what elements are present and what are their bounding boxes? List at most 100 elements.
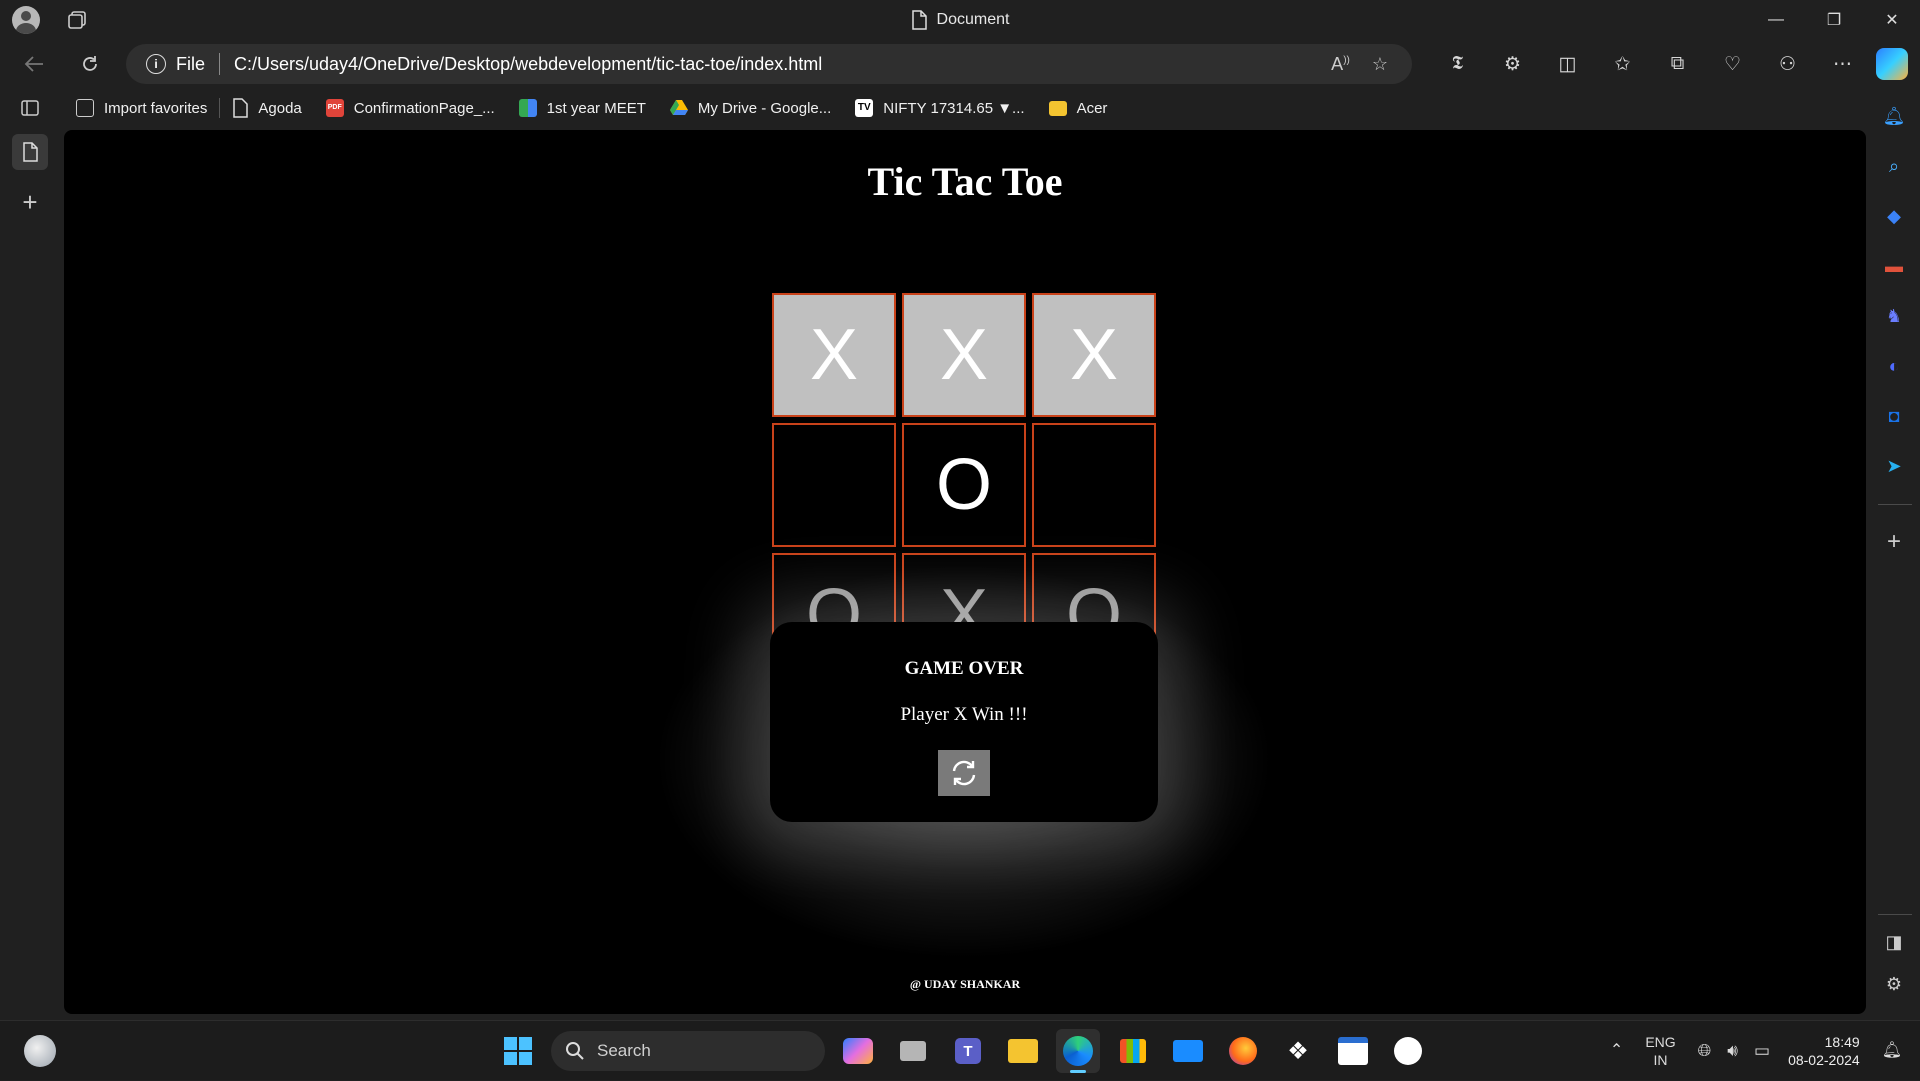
folder-icon — [1008, 1039, 1038, 1063]
favorite-label: 1st year MEET — [546, 99, 646, 117]
tab-actions-menu-icon[interactable] — [12, 90, 48, 126]
game-over-modal: GAME OVER Player X Win !!! — [770, 622, 1158, 822]
favorites-bar: Import favorites Agoda PDF ConfirmationP… — [64, 88, 1864, 128]
battery-icon[interactable]: ▭ — [1746, 1042, 1778, 1060]
active-tab-icon[interactable] — [12, 134, 48, 170]
drop-icon[interactable]: ➤ — [1878, 450, 1910, 482]
clock[interactable]: 18:49 08-02-2024 — [1778, 1033, 1874, 1069]
hide-sidebar-icon[interactable]: ◨ — [1878, 926, 1910, 958]
copilot-app-icon — [843, 1038, 873, 1064]
browser-essentials-icon[interactable]: ♡ — [1705, 48, 1760, 80]
board-cell[interactable]: X — [1032, 293, 1156, 417]
notification-bell-icon[interactable]: 🔔︎ — [1874, 1042, 1920, 1060]
read-aloud-icon[interactable]: A)) — [1331, 54, 1350, 75]
system-tray: ⌃ ENG IN 🌐︎ 🔊︎ ▭ 18:49 08-02-2024 🔔︎ — [1602, 1021, 1920, 1081]
board-cell[interactable]: O — [902, 423, 1026, 547]
dropbox-icon: ❖ — [1287, 1037, 1309, 1065]
outlook-icon[interactable]: ◘ — [1878, 400, 1910, 432]
mail-icon — [1173, 1040, 1203, 1062]
winner-message: Player X Win !!! — [900, 704, 1028, 725]
favorite-label: NIFTY 17314.65 ▼... — [883, 99, 1025, 117]
favorite-agoda[interactable]: Agoda — [220, 92, 313, 124]
workspaces-icon[interactable]: ⚇ — [1760, 48, 1815, 80]
refresh-button[interactable] — [74, 48, 106, 80]
language-code: ENG — [1645, 1034, 1676, 1050]
back-button[interactable] — [18, 48, 50, 80]
new-tab-icon[interactable]: + — [12, 184, 48, 220]
task-view-app[interactable] — [891, 1029, 935, 1073]
folder-icon — [1048, 100, 1067, 116]
board-cell[interactable] — [772, 423, 896, 547]
network-globe-icon[interactable]: 🌐︎ — [1690, 1042, 1720, 1060]
favorite-acer-folder[interactable]: Acer — [1037, 92, 1120, 124]
favorite-star-icon[interactable]: ☆ — [1372, 54, 1388, 75]
refresh-icon — [952, 760, 976, 786]
board-cell[interactable] — [1032, 423, 1156, 547]
edge-app[interactable] — [1056, 1029, 1100, 1073]
firefox-icon — [1229, 1037, 1257, 1065]
mail-app[interactable] — [1166, 1029, 1210, 1073]
taskbar-search[interactable]: Search — [551, 1031, 825, 1071]
sidebar-separator — [1878, 504, 1912, 505]
search-placeholder: Search — [597, 1041, 651, 1060]
firefox-app[interactable] — [1221, 1029, 1265, 1073]
collections-icon[interactable]: ⧉ — [1650, 48, 1705, 80]
restart-button[interactable] — [938, 750, 990, 796]
teams-app[interactable]: T — [946, 1029, 990, 1073]
extensions-icon[interactable]: ⚙ — [1485, 48, 1540, 80]
window-title: Document — [0, 0, 1920, 40]
favorite-label: Acer — [1076, 99, 1108, 117]
clock-date: 08-02-2024 — [1788, 1052, 1860, 1068]
messenger-app[interactable] — [1386, 1029, 1430, 1073]
store-icon — [1120, 1039, 1146, 1063]
teams-icon: T — [955, 1038, 981, 1064]
language-indicator[interactable]: ENG IN — [1631, 1033, 1689, 1069]
more-options-icon[interactable]: ⋯ — [1815, 48, 1870, 80]
favorite-google-drive[interactable]: My Drive - Google... — [658, 92, 843, 124]
dropbox-app[interactable]: ❖ — [1276, 1029, 1320, 1073]
amazon-app[interactable] — [1331, 1029, 1375, 1073]
tools-icon[interactable]: ▬ — [1878, 250, 1910, 282]
shopping-tag-icon[interactable]: ◆ — [1878, 200, 1910, 232]
meet-icon — [518, 99, 537, 117]
weather-widget-icon[interactable] — [24, 1035, 56, 1067]
add-sidebar-app-icon[interactable]: + — [1878, 526, 1910, 558]
volume-icon[interactable]: 🔊︎ — [1719, 1042, 1746, 1060]
favorite-meet[interactable]: 1st year MEET — [507, 92, 658, 124]
taskbar-apps: Search T ❖ — [496, 1029, 1430, 1073]
microsoft-store-app[interactable] — [1111, 1029, 1155, 1073]
clock-time: 18:49 — [1824, 1034, 1860, 1050]
restore-button[interactable]: ❐ — [1806, 0, 1862, 40]
favorite-nifty[interactable]: TV NIFTY 17314.65 ▼... — [843, 92, 1036, 124]
url-text[interactable]: C:/Users/uday4/OneDrive/Desktop/webdevel… — [234, 54, 822, 75]
board-cell[interactable]: X — [772, 293, 896, 417]
split-screen-icon[interactable]: ◫ — [1540, 48, 1595, 80]
search-icon — [566, 1042, 584, 1060]
translate-icon[interactable]: 𝕿 — [1430, 48, 1485, 80]
file-explorer-app[interactable] — [1001, 1029, 1045, 1073]
microsoft-365-icon[interactable]: ◐ — [1878, 350, 1910, 382]
close-button[interactable]: ✕ — [1864, 0, 1920, 40]
address-bar[interactable]: i File C:/Users/uday4/OneDrive/Desktop/w… — [126, 44, 1412, 84]
minimize-button[interactable]: — — [1748, 0, 1804, 40]
favorite-confirmation-page[interactable]: PDF ConfirmationPage_... — [314, 92, 507, 124]
board-cell[interactable]: X — [902, 293, 1026, 417]
web-content: Tic Tac Toe X X X O O X O GAME OVER Play… — [64, 130, 1866, 1014]
amazon-icon — [1338, 1037, 1368, 1065]
search-icon[interactable]: ⌕ — [1878, 150, 1910, 182]
sidebar-settings-icon[interactable]: ⚙ — [1878, 968, 1910, 1000]
edge-sidebar: 🔔︎ ⌕ ◆ ▬ ♞ ◐ ◘ ➤ + ◨ ⚙ — [1868, 88, 1920, 1020]
favorite-label: ConfirmationPage_... — [353, 99, 495, 117]
show-hidden-icons-chevron-icon[interactable]: ⌃ — [1602, 1042, 1631, 1060]
page-title: Tic Tac Toe — [867, 159, 1063, 204]
copilot-icon[interactable] — [1876, 48, 1908, 80]
import-icon — [76, 99, 94, 117]
games-icon[interactable]: ♞ — [1878, 300, 1910, 332]
copilot-preview-app[interactable] — [836, 1029, 880, 1073]
notifications-bell-icon[interactable]: 🔔︎ — [1878, 100, 1910, 132]
favorites-icon[interactable]: ✩ — [1595, 48, 1650, 80]
info-icon[interactable]: i — [146, 54, 166, 74]
windows-logo-icon — [504, 1037, 532, 1065]
start-button[interactable] — [496, 1029, 540, 1073]
favorite-import[interactable]: Import favorites — [64, 92, 219, 124]
